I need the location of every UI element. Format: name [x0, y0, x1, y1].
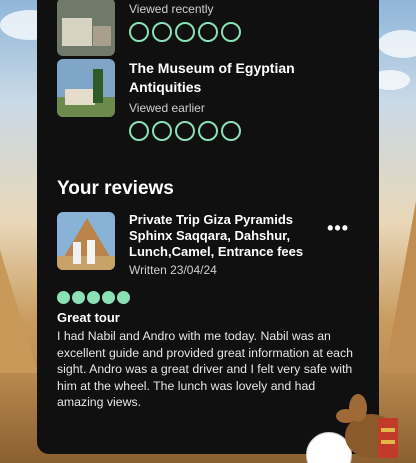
review-headline: Great tour — [57, 310, 120, 325]
review-tour-title[interactable]: Private Trip Giza Pyramids Sphinx Saqqar… — [129, 212, 309, 260]
review-date: Written 23/04/24 — [129, 263, 217, 277]
review-body: I had Nabil and Andro with me today. Nab… — [57, 329, 354, 409]
item-status: Viewed recently — [129, 2, 214, 16]
review-thumbnail — [57, 212, 115, 270]
your-reviews-heading: Your reviews — [57, 178, 174, 199]
recent-item-1[interactable]: Viewed recently — [57, 0, 241, 56]
more-options-icon[interactable]: ••• — [327, 219, 349, 237]
bubble-rating — [129, 121, 329, 141]
item-thumbnail — [57, 59, 115, 117]
review-card[interactable]: Private Trip Giza Pyramids Sphinx Saqqar… — [57, 212, 309, 277]
camel-image — [336, 394, 398, 458]
item-thumbnail — [57, 0, 115, 56]
pyramid-left — [0, 250, 40, 380]
bubble-rating — [129, 22, 241, 42]
review-rating — [57, 291, 130, 304]
recent-item-2[interactable]: The Museum of Egyptian Antiquities Viewe… — [57, 59, 329, 141]
item-title[interactable]: The Museum of Egyptian Antiquities — [129, 59, 329, 97]
item-status: Viewed earlier — [129, 101, 205, 115]
saved-items-panel: Viewed recently The Museum of Egyptian A… — [37, 0, 379, 454]
